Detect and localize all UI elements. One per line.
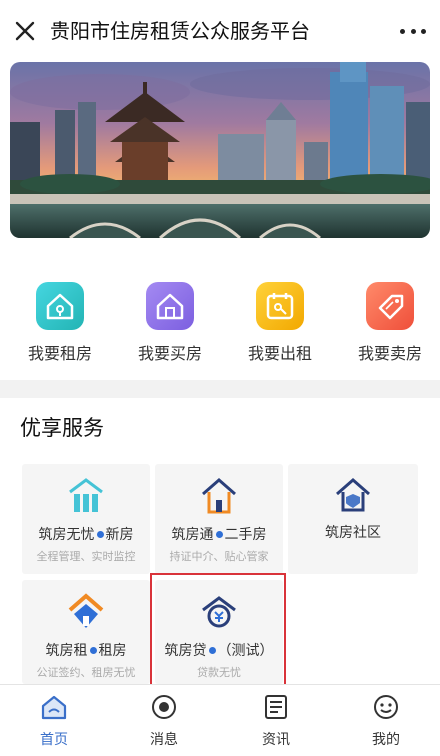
- banner-section: [0, 62, 440, 250]
- community-shield-icon: [333, 476, 373, 516]
- profile-icon: [372, 693, 400, 721]
- new-house-icon: [66, 476, 106, 516]
- service-subtitle: 持证中介、贴心管家: [169, 550, 269, 563]
- service-card-second-hand[interactable]: 筑房通 二手房 持证中介、贴心管家: [155, 464, 283, 574]
- city-banner-image[interactable]: [10, 62, 430, 238]
- second-hand-house-icon: [199, 476, 239, 516]
- quick-actions: 我要租房 我要买房 我要出租 我要卖房: [0, 250, 440, 380]
- tab-news[interactable]: 资讯: [236, 693, 316, 753]
- quick-action-buy[interactable]: 我要买房: [120, 282, 216, 363]
- bottom-tab-bar: 首页 消息 资讯 我的: [0, 684, 440, 756]
- page-title: 贵阳市住房租赁公众服务平台: [50, 19, 310, 43]
- service-subtitle: 贷款无忧: [197, 666, 241, 679]
- quick-action-lease-out[interactable]: 我要出租: [230, 282, 326, 363]
- service-subtitle: 全程管理、实时监控: [36, 550, 136, 563]
- home-icon: [40, 693, 68, 721]
- service-card-community[interactable]: 筑房社区: [288, 464, 418, 574]
- section-title: 优享服务: [20, 416, 104, 440]
- service-name: 筑房通 二手房: [171, 527, 267, 543]
- service-card-new-house[interactable]: 筑房无忧 新房 全程管理、实时监控: [22, 464, 150, 574]
- rent-house-icon: [36, 282, 84, 330]
- service-name: 筑房租 租房: [45, 643, 127, 659]
- service-subtitle: 公证签约、租房无忧: [36, 666, 136, 679]
- quick-action-label: 我要买房: [137, 344, 202, 363]
- quick-action-label: 我要出租: [247, 344, 312, 363]
- loan-house-icon: [199, 592, 239, 632]
- service-name: 筑房社区: [325, 525, 381, 541]
- rental-house-icon: [66, 592, 106, 632]
- news-icon: [262, 693, 290, 721]
- tab-label: 我的: [372, 732, 400, 748]
- tab-profile[interactable]: 我的: [346, 693, 426, 753]
- service-name: 筑房贷 （测试）: [164, 643, 274, 659]
- service-name: 筑房无忧 新房: [38, 527, 134, 543]
- tab-label: 首页: [40, 732, 68, 748]
- tab-label: 消息: [150, 732, 178, 748]
- message-icon: [150, 693, 178, 721]
- lease-out-icon: [256, 282, 304, 330]
- tab-label: 资讯: [262, 732, 290, 748]
- more-options-icon[interactable]: [400, 26, 426, 36]
- service-card-rental[interactable]: 筑房租 租房 公证签约、租房无忧: [22, 580, 150, 684]
- quick-action-rent[interactable]: 我要租房: [10, 282, 106, 363]
- service-card-loan[interactable]: 筑房贷 （测试） 贷款无忧: [155, 580, 283, 684]
- quick-action-label: 我要卖房: [357, 344, 422, 363]
- premium-services-section: 优享服务 筑房无忧 新房 全程管理、实时监控 筑房通 二手房 持证中介、贴心管家 筑…: [0, 398, 440, 684]
- tab-home[interactable]: 首页: [14, 693, 94, 753]
- quick-action-sell[interactable]: 我要卖房: [340, 282, 436, 363]
- top-bar: 贵阳市住房租赁公众服务平台: [0, 0, 440, 62]
- close-icon[interactable]: [10, 16, 40, 46]
- buy-house-icon: [146, 282, 194, 330]
- quick-action-label: 我要租房: [27, 344, 92, 363]
- sell-house-icon: [366, 282, 414, 330]
- tab-messages[interactable]: 消息: [124, 693, 204, 753]
